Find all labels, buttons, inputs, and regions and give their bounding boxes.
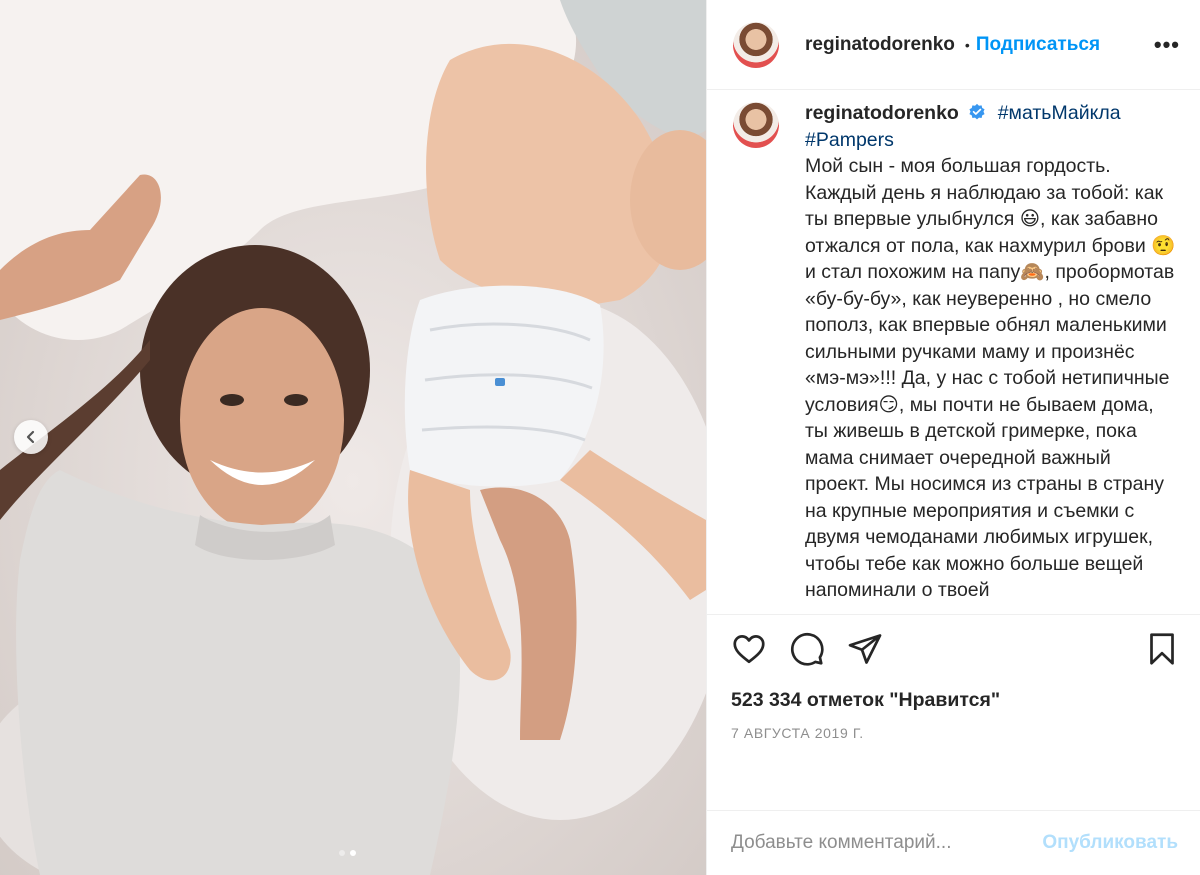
carousel-dot <box>339 850 345 856</box>
chevron-left-icon <box>26 430 35 444</box>
post-caption: reginatodorenko #матьМайкла #Pampers Мой… <box>805 100 1180 614</box>
hashtag-link[interactable]: #матьМайкла <box>998 102 1121 124</box>
paper-plane-icon[interactable] <box>847 631 883 667</box>
post-date[interactable]: 7 АВГУСТА 2019 Г. <box>731 725 1180 741</box>
post-sidebar: reginatodorenko • Подписаться ••• regina… <box>706 0 1200 875</box>
follow-button[interactable]: Подписаться <box>976 34 1100 56</box>
more-options-button[interactable]: ••• <box>1154 32 1180 58</box>
likes-count[interactable]: 523 334 отметок "Нравится" <box>731 689 1180 712</box>
post-actions: 523 334 отметок "Нравится" 7 АВГУСТА 201… <box>707 614 1200 809</box>
carousel-indicator <box>339 850 356 856</box>
caption-avatar[interactable] <box>733 102 779 149</box>
photo-illustration <box>0 0 706 875</box>
post-photo[interactable] <box>0 0 706 875</box>
hashtag-link[interactable]: #Pampers <box>805 129 894 151</box>
username[interactable]: reginatodorenko <box>805 34 955 56</box>
bookmark-icon[interactable] <box>1144 631 1180 667</box>
comment-input[interactable] <box>731 831 1043 854</box>
action-icons <box>731 629 1180 669</box>
carousel-prev-button[interactable] <box>14 420 48 454</box>
caption-text: Мой сын - моя большая гордость. Каждый д… <box>805 155 1176 602</box>
caption-username[interactable]: reginatodorenko <box>805 102 959 124</box>
add-comment-form: Опубликовать <box>707 809 1200 875</box>
carousel-dot-active <box>350 850 356 856</box>
heart-icon[interactable] <box>731 631 767 667</box>
post-header: reginatodorenko • Подписаться ••• <box>707 0 1200 91</box>
verified-badge-icon <box>969 104 985 120</box>
publish-button[interactable]: Опубликовать <box>1042 832 1178 854</box>
dot-separator: • <box>964 36 970 53</box>
comment-bubble-icon[interactable] <box>789 631 825 667</box>
avatar[interactable] <box>733 21 779 68</box>
comments-section[interactable]: reginatodorenko #матьМайкла #Pampers Мой… <box>707 90 1200 614</box>
instagram-post: reginatodorenko • Подписаться ••• regina… <box>0 0 1200 875</box>
